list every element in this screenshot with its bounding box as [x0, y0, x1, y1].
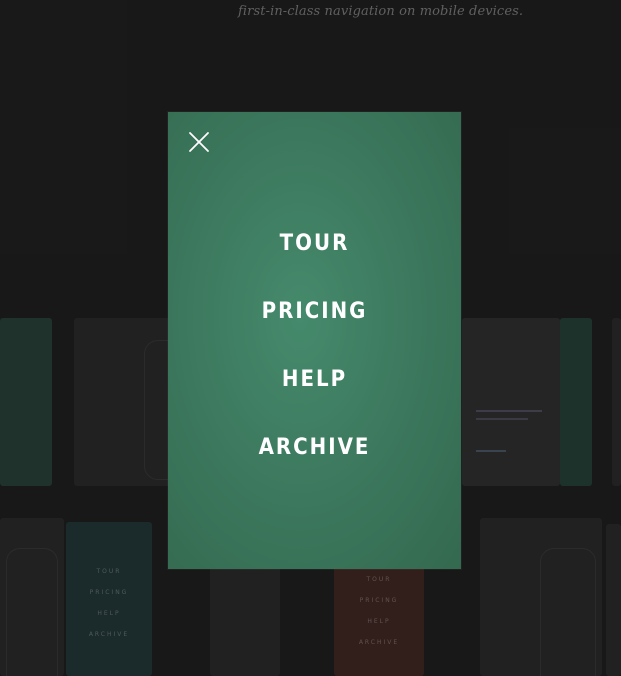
close-button[interactable] [187, 130, 211, 154]
menu-item-pricing: PRICING [168, 294, 461, 362]
menu-item-tour: TOUR [168, 226, 461, 294]
menu-item-archive: ARCHIVE [168, 430, 461, 498]
menu-link-help[interactable]: HELP [282, 367, 347, 392]
menu-link-tour[interactable]: TOUR [280, 231, 350, 256]
close-x-icon [189, 132, 209, 152]
menu-link-archive[interactable]: ARCHIVE [259, 435, 371, 460]
page: first-in-class navigation on mobile devi… [0, 0, 621, 676]
navigation-menu-modal: TOUR PRICING HELP ARCHIVE [168, 112, 461, 569]
menu-link-pricing[interactable]: PRICING [262, 299, 368, 324]
menu-item-help: HELP [168, 362, 461, 430]
menu-nav-list: TOUR PRICING HELP ARCHIVE [168, 226, 461, 498]
